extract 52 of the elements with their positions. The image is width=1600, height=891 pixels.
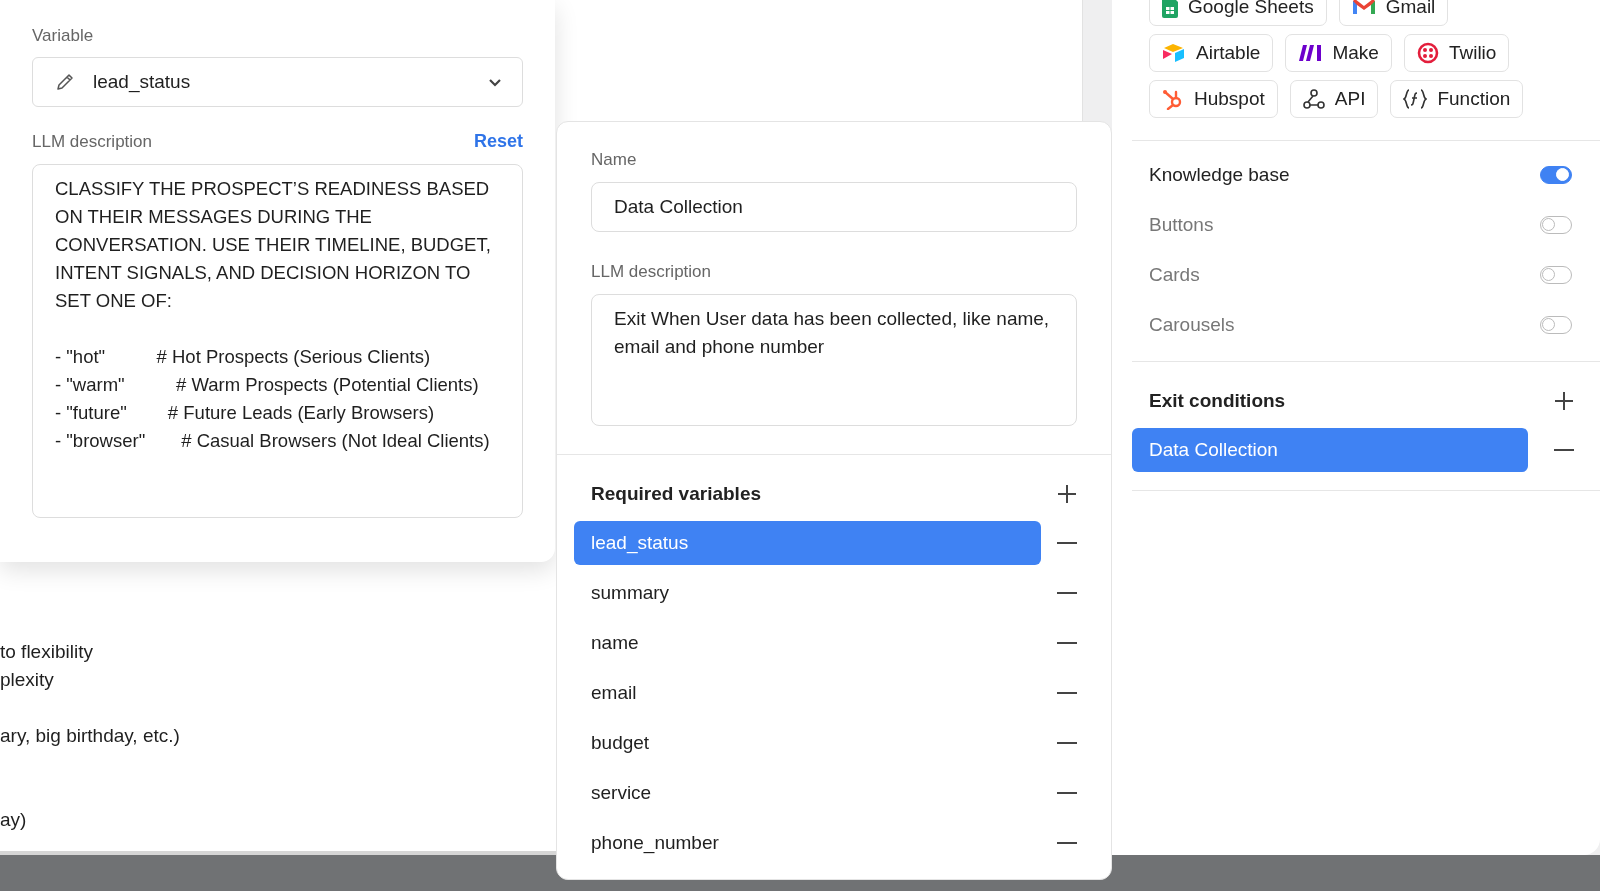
toggle-label: Knowledge base (1149, 164, 1290, 186)
dropdown-value: lead_status (93, 71, 192, 93)
variable-item[interactable]: email (574, 671, 1041, 715)
integration-chip[interactable]: Make (1285, 34, 1392, 72)
spreadsheet-icon (1162, 0, 1178, 18)
integration-chip[interactable]: Twilio (1403, 34, 1510, 72)
variable-item[interactable]: summary (574, 571, 1041, 615)
variable-item[interactable]: name (574, 621, 1041, 665)
pencil-icon (55, 72, 75, 92)
sprocket-icon (1162, 88, 1184, 110)
integration-chip[interactable]: Gmail (1338, 0, 1449, 26)
variable-item[interactable]: lead_status (574, 521, 1041, 565)
toggle-switch[interactable] (1540, 316, 1572, 334)
function-icon (1403, 88, 1428, 110)
toggle-switch[interactable] (1540, 166, 1572, 184)
section-title: Exit conditions (1149, 390, 1286, 412)
add-icon[interactable] (1554, 391, 1574, 411)
section-title: Required variables (591, 483, 762, 505)
field-label: Variable (32, 26, 95, 46)
variable-item[interactable]: service (574, 771, 1041, 815)
reset-link[interactable]: Reset (473, 131, 523, 152)
toggle-switch[interactable] (1540, 266, 1572, 284)
toggle-switch[interactable] (1540, 216, 1572, 234)
envelope-icon (1351, 0, 1376, 16)
field-label: LLM description (591, 262, 712, 282)
name-input[interactable]: Data Collection (591, 182, 1077, 232)
variable-dropdown[interactable]: lead_status (32, 57, 523, 107)
slanted-bars-icon (1298, 44, 1323, 62)
add-icon[interactable] (1057, 484, 1077, 504)
field-label: Name (591, 150, 638, 170)
dotted-circle-icon (1416, 42, 1439, 64)
integration-chip[interactable]: API (1289, 80, 1379, 118)
integration-chip[interactable]: Airtable (1149, 34, 1274, 72)
network-icon (1302, 88, 1325, 110)
body-text: plexity (0, 668, 54, 692)
toggle-label: Cards (1149, 264, 1200, 286)
body-text: to flexibility (0, 640, 93, 664)
integration-chip[interactable]: Function (1390, 80, 1524, 118)
field-label: LLM description (32, 131, 152, 152)
toggle-label: Carousels (1149, 314, 1235, 336)
body-text: ary, big birthday, etc.) (0, 724, 180, 748)
integration-chip[interactable]: Google Sheets (1149, 0, 1327, 26)
exit-condition-item[interactable]: Data Collection (1132, 428, 1528, 472)
stacked-shapes-icon (1162, 43, 1186, 63)
description-field[interactable]: CLASSIFY THE PROSPECT’S READINESS BASED ON THEIR MESSAGES DURING THE CONVERSATION. USE THEIR TIMELINE, BUDGET, INTENT SIGNALS, AND DECISION HORIZON TO SET ONE OF: - "hot" # Hot Prospects (Serious Clients) - "warm" # Warm Prospects (Potential Clients) - "future" # Future Leads (Early Browsers) - "browser" # Casual Browsers (Not Ideal Clients) (32, 164, 523, 518)
variable-item[interactable]: budget (574, 721, 1041, 765)
integration-chip[interactable]: Hubspot (1149, 80, 1278, 118)
toggle-label: Buttons (1149, 214, 1214, 236)
variable-item[interactable]: phone_number (574, 821, 1041, 865)
chevron-down-icon (488, 77, 502, 87)
body-text: ay) (0, 808, 27, 832)
description-field[interactable]: Exit When User data has been collected, like name, email and phone number (591, 294, 1077, 426)
